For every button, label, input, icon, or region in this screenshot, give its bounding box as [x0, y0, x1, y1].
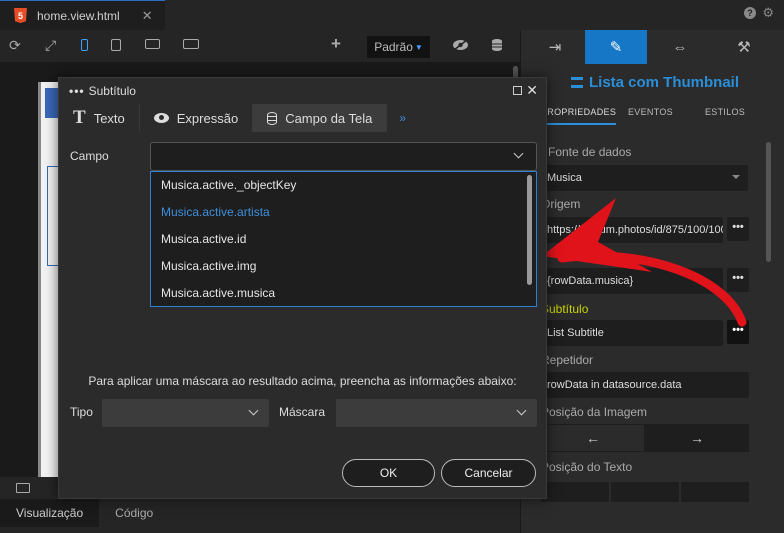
expand-icon[interactable]: ⤢: [45, 37, 56, 53]
tab-expressao[interactable]: Expressão: [140, 104, 254, 132]
mode-dropdown-label: Padrão: [374, 40, 413, 54]
page-preview[interactable]: [38, 82, 61, 482]
panel-scrollbar[interactable]: [766, 142, 771, 262]
tab-propriedades[interactable]: PROPRIEDADES: [541, 107, 617, 125]
monitor-icon[interactable]: [16, 483, 30, 493]
file-tab-label: home.view.html: [37, 8, 120, 23]
chevron-down-icon: [248, 405, 259, 416]
subtitulo-options-button[interactable]: •••: [727, 320, 749, 344]
text-options-button[interactable]: •••: [727, 268, 749, 292]
maximize-icon[interactable]: [513, 86, 522, 95]
drag-handle-icon[interactable]: •••: [69, 84, 85, 98]
dialog-tabs: T Texto Expressão Campo da Tela »: [59, 104, 546, 132]
image-position-toggle: ← →: [541, 424, 749, 452]
ok-button[interactable]: OK: [342, 459, 435, 487]
repetidor-field[interactable]: rowData in datasource.data: [521, 372, 749, 398]
tablet-view-icon[interactable]: [111, 39, 121, 51]
image-right-button[interactable]: →: [645, 424, 749, 452]
option-musica[interactable]: Musica.active.musica: [151, 280, 536, 306]
chevron-down-icon: [513, 148, 524, 159]
mode-dropdown[interactable]: Padrão ▼: [367, 36, 430, 58]
chevron-down-icon: [732, 175, 740, 179]
tipo-label: Tipo: [70, 405, 93, 419]
chevron-down-icon: ▼: [414, 42, 423, 52]
tab-estilos[interactable]: ESTILOS: [705, 107, 745, 117]
list-icon: [571, 77, 583, 88]
view-tabs: Visualização Código: [0, 499, 169, 527]
html5-icon: 5: [14, 8, 27, 23]
image-left-button[interactable]: ←: [541, 424, 645, 452]
close-tab-icon[interactable]: ✕: [142, 8, 153, 24]
posicao-texto-label: Posição do Texto: [541, 460, 633, 474]
editor-tab-bar: 5 home.view.html ✕ ? ⚙: [0, 0, 784, 30]
text-position-toggle: [541, 482, 749, 502]
database-settings-icon[interactable]: [491, 38, 504, 55]
close-icon[interactable]: ✕: [526, 82, 538, 99]
text-field[interactable]: {rowData.musica}: [521, 268, 723, 294]
tools-icon[interactable]: ⚒: [713, 30, 775, 64]
campo-select[interactable]: [150, 142, 537, 171]
eye-icon: [153, 113, 169, 123]
help-icon[interactable]: ?: [744, 7, 756, 19]
edit-pencil-icon[interactable]: ✎: [585, 30, 647, 64]
text-position-option[interactable]: [541, 482, 609, 502]
repetidor-label: Repetidor: [541, 353, 594, 367]
page-header-block: [45, 88, 59, 118]
resize-icon[interactable]: ⇔: [649, 30, 711, 64]
mascara-select[interactable]: [336, 399, 537, 427]
properties-panel: ⇥ ✎ ⇔ ⚒ Lista com Thumbnail PROPRIEDADES…: [520, 30, 784, 533]
subtitulo-dialog: ••• Subtítulo ✕ T Texto Expressão Campo …: [58, 77, 547, 499]
mascara-label: Máscara: [279, 405, 326, 419]
option-artista[interactable]: Musica.active.artista: [151, 199, 536, 226]
chevron-down-icon: [516, 405, 527, 416]
subtitulo-label: Subtítulo: [541, 302, 589, 316]
component-title: Lista com Thumbnail: [571, 74, 739, 91]
tab-eventos[interactable]: EVENTOS: [628, 107, 673, 117]
tipo-select[interactable]: [102, 399, 269, 427]
text-position-option[interactable]: [611, 482, 679, 502]
more-tabs-icon[interactable]: »: [387, 104, 406, 132]
text-icon: T: [73, 107, 86, 128]
database-icon: [267, 111, 278, 125]
dialog-title: Subtítulo: [88, 84, 136, 98]
gear-icon[interactable]: ⚙: [762, 5, 774, 21]
fonte-select[interactable]: Musica: [521, 165, 748, 191]
canvas-toolbar: ⟳ ⤢ + Padrão ▼: [0, 30, 520, 62]
add-icon[interactable]: +: [331, 35, 341, 52]
origem-options-button[interactable]: •••: [727, 217, 749, 241]
options-scrollbar[interactable]: [527, 175, 532, 285]
option-id[interactable]: Musica.active.id: [151, 226, 536, 253]
refresh-icon[interactable]: ⟳: [9, 37, 21, 53]
phone-view-icon[interactable]: [81, 39, 88, 51]
option-objectkey[interactable]: Musica.active._objectKey: [151, 172, 536, 199]
option-img[interactable]: Musica.active.img: [151, 253, 536, 280]
mask-hint-text: Para aplicar uma máscara ao resultado ac…: [88, 374, 517, 388]
desktop-view-icon[interactable]: [145, 39, 160, 49]
tab-texto[interactable]: T Texto: [59, 104, 140, 132]
tab-campo-da-tela[interactable]: Campo da Tela: [253, 104, 388, 132]
panel-toolbar: ⇥ ✎ ⇔ ⚒: [521, 30, 784, 64]
file-tab-home-view[interactable]: 5 home.view.html ✕: [0, 0, 165, 30]
text-position-option[interactable]: [681, 482, 749, 502]
import-icon[interactable]: ⇥: [524, 30, 586, 64]
posicao-imagem-label: Posição da Imagem: [541, 405, 648, 419]
cancelar-button[interactable]: Cancelar: [441, 459, 536, 487]
subtitulo-field[interactable]: List Subtitle: [521, 320, 723, 346]
campo-label: Campo: [70, 149, 109, 163]
wide-screen-view-icon[interactable]: [183, 39, 199, 49]
panel-tabs: PROPRIEDADES EVENTOS ESTILOS: [521, 100, 784, 126]
hide-eye-icon[interactable]: [452, 38, 469, 54]
tab-visualizacao[interactable]: Visualização: [0, 499, 100, 527]
dialog-title-bar[interactable]: ••• Subtítulo: [59, 78, 546, 104]
fonte-label: Fonte de dados: [548, 145, 632, 159]
tab-codigo[interactable]: Código: [99, 499, 169, 527]
origem-field[interactable]: https://picsum.photos/id/875/100/100: [521, 217, 723, 243]
campo-options-list: Musica.active._objectKey Musica.active.a…: [150, 171, 537, 307]
